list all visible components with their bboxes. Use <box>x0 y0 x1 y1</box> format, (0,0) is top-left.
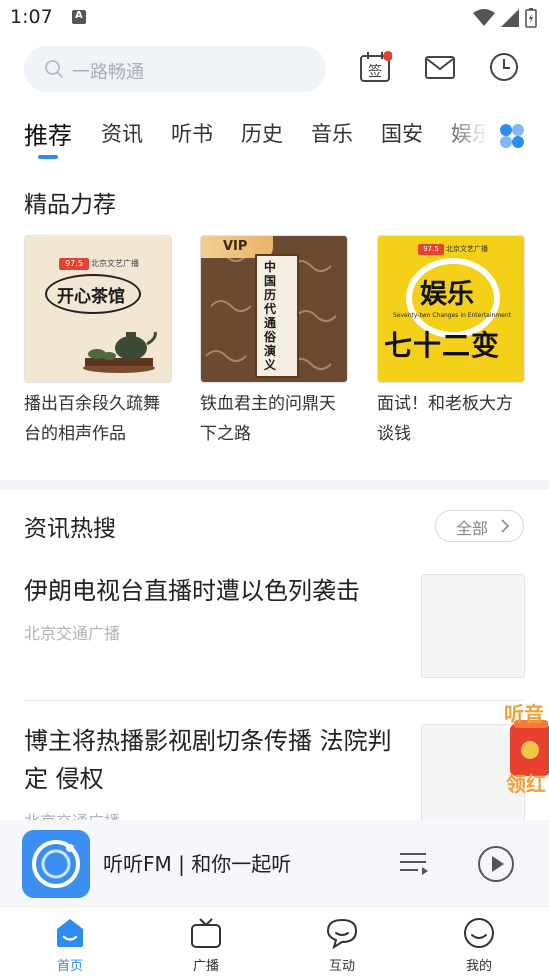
tab-news[interactable]: 资讯 <box>101 118 143 148</box>
tabs-fade <box>440 118 500 162</box>
card-cover: VIP 中国历代通俗演义 <box>200 235 348 383</box>
station-brand: 北京文艺广播 <box>446 245 488 253</box>
nav-label: 互动 <box>328 959 355 974</box>
station-badge-text: 97.5 <box>65 259 83 268</box>
battery-icon <box>525 8 537 28</box>
smiley-profile-icon <box>464 918 494 948</box>
history-clock-icon[interactable] <box>487 50 521 84</box>
mail-icon[interactable] <box>423 50 457 84</box>
station-badge: 97.5 <box>418 244 444 255</box>
search-placeholder: 一路畅通 <box>72 62 144 83</box>
search-icon <box>45 60 63 78</box>
card-title: 铁血君主的问鼎天下之路 <box>200 394 336 444</box>
news-title: 博主将热播影视剧切条传播 法院判定 侵权 <box>24 727 392 793</box>
badge-text-bottom: 领红 <box>506 772 546 796</box>
nav-label: 首页 <box>56 959 83 974</box>
wifi-icon <box>473 9 495 26</box>
nav-radio[interactable]: 广播 <box>166 915 246 974</box>
news-thumbnail <box>421 574 525 678</box>
station-brand: 北京文艺广播 <box>91 259 139 268</box>
status-indicators <box>473 8 537 28</box>
home-icon <box>57 919 83 947</box>
cover-title-line-1: 娱乐 <box>420 279 474 310</box>
mini-player[interactable]: 听听FM | 和你一起听 <box>0 820 549 906</box>
cover-title-line-2: 七十二变 <box>384 329 501 362</box>
tab-recommend[interactable]: 推荐 <box>24 116 72 151</box>
nav-label: 广播 <box>192 959 219 974</box>
active-tab-indicator <box>38 155 58 159</box>
tab-audiobook[interactable]: 听书 <box>171 118 213 148</box>
search-input[interactable]: 一路畅通 <box>24 46 326 92</box>
more-categories-icon[interactable] <box>498 122 526 150</box>
svg-text:签: 签 <box>368 63 382 80</box>
sign-in-icon[interactable]: 签 <box>358 50 392 84</box>
cover-title: 开心茶馆 <box>57 287 125 307</box>
player-title: 听听FM | 和你一起听 <box>103 852 292 876</box>
section-divider <box>0 480 549 490</box>
featured-title: 精品力荐 <box>24 192 116 218</box>
news-separator <box>24 700 524 701</box>
nav-interact[interactable]: 互动 <box>302 915 382 974</box>
bottom-nav: 首页 广播 互动 我的 <box>0 906 549 976</box>
card-title: 面试！和老板大方谈钱 <box>377 394 513 444</box>
status-time: 1:07 <box>10 6 53 28</box>
tab-guoan[interactable]: 国安 <box>381 118 423 148</box>
chat-bubble-icon <box>326 918 358 950</box>
station-badge-text: 97.5 <box>423 245 439 253</box>
cover-subtitle: Seventy-two Changes in Entertainment <box>392 312 512 319</box>
play-icon[interactable] <box>476 844 516 884</box>
news-title: 伊朗电视台直播时遭以色列袭击 <box>24 577 360 605</box>
signal-icon <box>501 9 519 27</box>
view-all-label: 全部 <box>456 519 489 538</box>
notification-a-icon <box>72 10 86 24</box>
chevron-right-icon <box>501 519 510 533</box>
nav-mine[interactable]: 我的 <box>439 915 519 974</box>
teapot-illustration <box>83 331 157 373</box>
tab-history[interactable]: 历史 <box>241 118 283 148</box>
featured-card[interactable]: 97.5 北京文艺广播 娱乐 Seventy-two Changes in En… <box>377 235 525 449</box>
card-cover: 97.5 北京文艺广播 娱乐 Seventy-two Changes in En… <box>377 235 525 383</box>
card-title: 播出百余段久疏舞台的相声作品 <box>24 394 160 444</box>
player-cover[interactable] <box>22 830 90 898</box>
status-bar: 1:07 <box>0 0 549 38</box>
station-badge: 97.5 <box>59 258 89 270</box>
news-item[interactable]: 博主将热播影视剧切条传播 法院判定 侵权 北京交通广播 <box>24 722 525 832</box>
player-logo-icon <box>32 840 80 888</box>
featured-card[interactable]: VIP 中国历代通俗演义 铁血君主的问鼎天下之路 <box>200 235 348 449</box>
badge-text-top: 听音 <box>504 702 544 726</box>
nav-label: 我的 <box>465 959 492 974</box>
category-tabs: 推荐 资讯 听书 历史 音乐 国安 娱乐 <box>0 118 549 162</box>
radio-tv-icon <box>191 918 221 948</box>
playlist-icon[interactable] <box>398 848 430 880</box>
hot-news-title: 资讯热搜 <box>24 516 116 542</box>
view-all-button[interactable]: 全部 <box>435 510 524 542</box>
featured-card[interactable]: 97.5 北京文艺广播 开心茶馆 播出百余段久疏舞台的相声作品 <box>24 235 172 449</box>
red-envelope-badge[interactable]: 听音 领红 <box>500 696 549 806</box>
vip-badge-text: VIP <box>223 239 248 254</box>
nav-home[interactable]: 首页 <box>30 915 110 974</box>
cover-title: 中国历代通俗演义 <box>264 260 277 372</box>
news-item[interactable]: 伊朗电视台直播时遭以色列袭击 北京交通广播 <box>24 572 525 678</box>
tab-music[interactable]: 音乐 <box>311 118 353 148</box>
card-cover: 97.5 北京文艺广播 开心茶馆 <box>24 235 172 383</box>
